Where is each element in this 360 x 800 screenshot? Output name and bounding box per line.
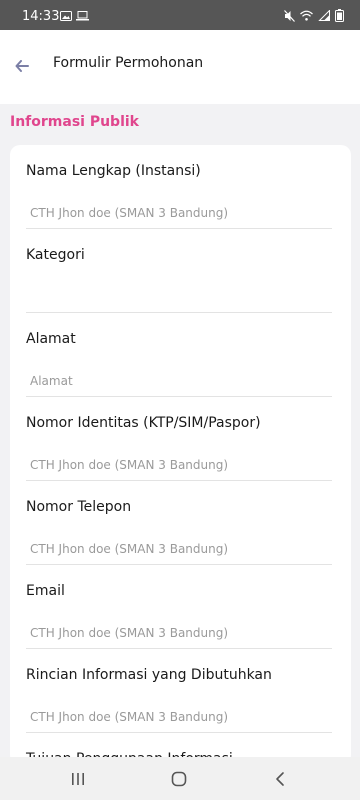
- field-nama-lengkap: Nama Lengkap (Instansi): [26, 145, 332, 229]
- status-time: 14:33: [22, 9, 60, 24]
- alamat-input[interactable]: [26, 369, 332, 393]
- field-nomor-identitas: Nomor Identitas (KTP/SIM/Paspor): [26, 397, 332, 481]
- laptop-icon: [76, 11, 89, 21]
- status-left-icons: [60, 11, 89, 21]
- field-label: Nomor Identitas (KTP/SIM/Paspor): [26, 415, 261, 431]
- field-label: Alamat: [26, 331, 76, 347]
- status-right-icons: [284, 9, 344, 22]
- nomor-identitas-input[interactable]: [26, 453, 332, 477]
- arrow-left-icon: [15, 60, 29, 72]
- app-header: Formulir Permohonan: [0, 30, 360, 104]
- field-email: Email: [26, 565, 332, 649]
- field-nomor-telepon: Nomor Telepon: [26, 481, 332, 565]
- rincian-informasi-input[interactable]: [26, 705, 332, 729]
- email-input[interactable]: [26, 621, 332, 645]
- battery-icon: [335, 9, 344, 22]
- field-label: Email: [26, 583, 65, 599]
- field-kategori: Kategori: [26, 229, 332, 313]
- system-back-button[interactable]: [268, 767, 292, 791]
- field-rincian-informasi: Rincian Informasi yang Dibutuhkan: [26, 649, 332, 733]
- field-alamat: Alamat: [26, 313, 332, 397]
- field-label: Nama Lengkap (Instansi): [26, 163, 201, 179]
- field-label: Kategori: [26, 247, 85, 263]
- home-button[interactable]: [167, 767, 191, 791]
- form-card: Nama Lengkap (Instansi) Kategori Alamat …: [10, 145, 351, 765]
- nama-lengkap-input[interactable]: [26, 201, 332, 225]
- section-title: Informasi Publik: [10, 114, 139, 130]
- recent-apps-icon: [72, 773, 84, 785]
- field-label: Nomor Telepon: [26, 499, 132, 515]
- image-icon: [60, 11, 72, 21]
- kategori-input[interactable]: [26, 285, 332, 309]
- mute-icon: [284, 9, 295, 22]
- back-icon: [276, 772, 284, 786]
- field-label: Rincian Informasi yang Dibutuhkan: [26, 667, 272, 683]
- page-title: Formulir Permohonan: [53, 55, 204, 71]
- nomor-telepon-input[interactable]: [26, 537, 332, 561]
- signal-icon: [318, 10, 330, 21]
- status-bar: 14:33: [0, 0, 360, 30]
- home-icon: [171, 771, 187, 787]
- recent-apps-button[interactable]: [66, 767, 90, 791]
- system-nav-bar: [0, 757, 360, 800]
- wifi-icon: [300, 10, 313, 21]
- back-button[interactable]: [10, 54, 34, 78]
